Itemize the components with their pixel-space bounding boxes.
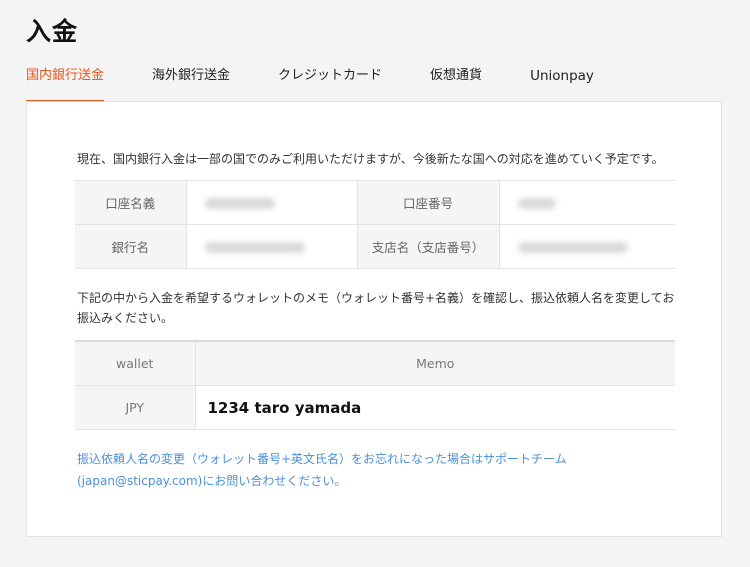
- bank-name-label: 銀行名: [75, 224, 187, 269]
- wallet-memo-table: wallet Memo JPY 1234 taro yamada: [75, 340, 675, 430]
- transfer-instruction: 下記の中から入金を希望するウォレットのメモ（ウォレット番号+名義）を確認し、振込…: [77, 291, 675, 325]
- deposit-card: 現在、国内銀行入金は一部の国でのみご利用いただけますが、今後新たな国への対応を進…: [26, 101, 722, 537]
- tab-domestic-bank-transfer[interactable]: 国内銀行送金: [26, 64, 105, 103]
- tab-credit-card[interactable]: クレジットカード: [278, 64, 382, 103]
- wallet-column-header: wallet: [75, 340, 196, 386]
- memo-column-header: Memo: [195, 340, 675, 386]
- redacted-bank-name: [204, 242, 305, 253]
- tab-crypto[interactable]: 仮想通貨: [430, 64, 482, 103]
- tab-bar: 国内銀行送金 海外銀行送金 クレジットカード 仮想通貨 Unionpay: [26, 64, 642, 103]
- account-name-value: [186, 180, 358, 225]
- table-header-row: wallet Memo: [75, 340, 675, 386]
- tab-unionpay[interactable]: Unionpay: [530, 64, 594, 103]
- wallet-memo-cell: 1234 taro yamada: [195, 385, 675, 430]
- account-number-value: [499, 180, 675, 225]
- redacted-branch-name: [517, 242, 628, 253]
- tab-overseas-bank-transfer[interactable]: 海外銀行送金: [152, 64, 230, 103]
- table-row: JPY 1234 taro yamada: [75, 385, 675, 430]
- redacted-account-number: [517, 198, 556, 209]
- redacted-account-name: [204, 198, 275, 209]
- account-number-label: 口座番号: [357, 180, 500, 225]
- availability-notice: 現在、国内銀行入金は一部の国でのみご利用いただけますが、今後新たな国への対応を進…: [77, 152, 664, 166]
- bank-info-table: 口座名義 口座番号 銀行名 支店名（支店番号）: [75, 180, 675, 269]
- bank-name-value: [186, 224, 358, 269]
- table-row: 銀行名 支店名（支店番号）: [75, 224, 675, 269]
- branch-name-label: 支店名（支店番号）: [357, 224, 500, 269]
- support-contact-note[interactable]: 振込依頼人名の変更（ウォレット番号+英文氏名）をお忘れになった場合はサポートチー…: [77, 448, 677, 492]
- page-title: 入金: [26, 17, 79, 46]
- account-name-label: 口座名義: [75, 180, 187, 225]
- wallet-currency-cell: JPY: [75, 385, 196, 430]
- table-row: 口座名義 口座番号: [75, 180, 675, 225]
- branch-name-value: [499, 224, 675, 269]
